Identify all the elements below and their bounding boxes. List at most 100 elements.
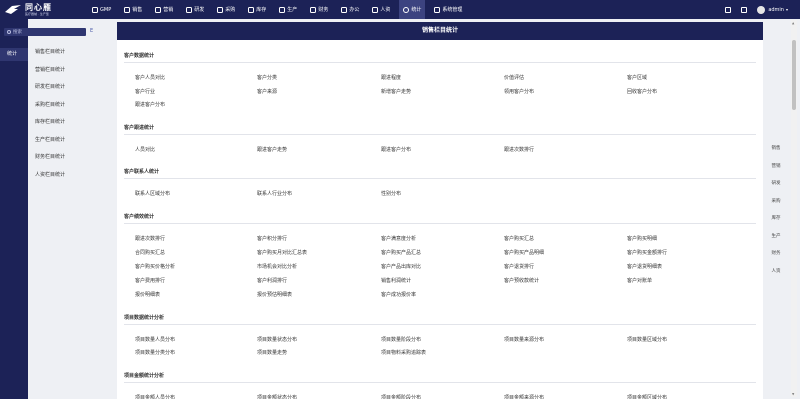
report-link[interactable]: 联系人区域分布 [135, 190, 170, 197]
right-nav-item[interactable]: 库存 [766, 210, 786, 228]
report-link[interactable]: 项目金额来源分布 [504, 394, 544, 399]
report-link[interactable]: 项目数量来源分布 [504, 336, 544, 343]
search-icon [7, 30, 11, 34]
scroll-up-icon[interactable]: ▲ [792, 21, 794, 25]
user-name[interactable]: admin [768, 7, 784, 13]
nav-item[interactable]: 库存 [248, 0, 266, 19]
right-nav-item[interactable]: 营销 [766, 158, 786, 176]
report-link[interactable]: 跟进次数排行 [504, 146, 534, 153]
report-link[interactable]: 跟进客户分布 [381, 146, 411, 153]
report-link[interactable]: 客户购买汇总 [504, 235, 534, 242]
report-link[interactable]: 客户对账单 [627, 277, 652, 284]
gear-icon [92, 6, 98, 13]
report-link[interactable]: 报价预估明细表 [257, 291, 292, 298]
search-input[interactable]: 搜索 [4, 28, 86, 36]
report-link[interactable]: 项目数量走势 [257, 349, 287, 356]
nav-item[interactable]: 研发 [186, 0, 204, 19]
cart-icon [217, 6, 224, 13]
nav-item[interactable]: 系统管理 [434, 0, 462, 19]
sidebar-item-stats[interactable]: 统计 [0, 48, 28, 61]
sidebar-subitem[interactable]: 销售栏目统计 [28, 46, 88, 64]
app-subtitle: 医疗器械 · 生产型 [25, 12, 49, 16]
report-link[interactable]: 项目数量区域分布 [627, 336, 667, 343]
report-link[interactable]: 客户来源 [257, 88, 277, 95]
nav-item[interactable]: GMP [92, 0, 111, 19]
report-link[interactable]: 客户分类 [257, 74, 277, 81]
report-link[interactable]: 项目数量分类分布 [135, 349, 175, 356]
report-link[interactable]: 项目金额阶段分布 [381, 394, 421, 399]
report-link[interactable]: 跟进程度 [381, 74, 401, 81]
nav-item[interactable]: 财务 [310, 0, 328, 19]
sidebar-subitem[interactable]: 采购栏目统计 [28, 99, 88, 117]
report-link[interactable]: 价值评估 [504, 74, 524, 81]
report-link[interactable]: 跟进客户走势 [257, 146, 287, 153]
report-link[interactable]: 客户区域 [627, 74, 647, 81]
report-link[interactable]: 客户满意度分析 [381, 235, 416, 242]
report-link[interactable]: 人员对比 [135, 146, 155, 153]
right-nav-item[interactable]: 研发 [766, 175, 786, 193]
report-link[interactable]: 回收客户分布 [627, 88, 657, 95]
report-link[interactable]: 新增客户走势 [381, 88, 411, 95]
sidebar-subitem[interactable]: 财务栏目统计 [28, 151, 88, 169]
report-link[interactable]: 客户产品出库对比 [381, 263, 421, 270]
report-link[interactable]: 销售利润统计 [381, 277, 411, 284]
report-link[interactable]: 领用客户分布 [504, 88, 534, 95]
report-link[interactable]: 客户购买月对比汇总表 [257, 249, 307, 256]
chevron-down-icon[interactable]: ▾ [786, 7, 788, 12]
scroll-down-icon[interactable]: ▼ [792, 392, 794, 396]
sidebar-subitem[interactable]: 营销栏目统计 [28, 64, 88, 82]
report-link[interactable]: 项目物料采购追踪表 [381, 349, 426, 356]
home-icon[interactable] [725, 6, 732, 13]
report-link[interactable]: 市场机会对比分析 [257, 263, 297, 270]
avatar[interactable] [757, 5, 766, 14]
report-link[interactable]: 客户购买明细 [627, 235, 657, 242]
report-link[interactable]: 客户购买产品明细 [504, 249, 544, 256]
report-link[interactable]: 项目数量阶段分布 [381, 336, 421, 343]
collapse-icon[interactable]: E [90, 28, 93, 34]
right-nav-item[interactable]: 生产 [766, 228, 786, 246]
right-nav-item[interactable]: 采购 [766, 193, 786, 211]
report-link[interactable]: 性别分布 [381, 190, 401, 197]
report-link[interactable]: 客户行业 [135, 88, 155, 95]
report-link[interactable]: 客户人员对比 [135, 74, 165, 81]
report-link[interactable]: 客户退货排行 [504, 263, 534, 270]
nav-item[interactable]: 采购 [217, 0, 235, 19]
sidebar-subitem[interactable]: 库存栏目统计 [28, 116, 88, 134]
report-link[interactable]: 联系人行业分布 [257, 190, 292, 197]
report-link[interactable]: 项目金额人员分布 [135, 394, 175, 399]
report-link[interactable]: 客户预收款统计 [504, 277, 539, 284]
sidebar-subitem[interactable]: 生产栏目统计 [28, 134, 88, 152]
nav-item[interactable]: 人资 [372, 0, 390, 19]
report-link[interactable]: 客户购买产品汇总 [381, 249, 421, 256]
nav-item[interactable]: 生产 [279, 0, 297, 19]
report-link[interactable]: 客户购买金额排行 [627, 249, 667, 256]
nav-item-label: 人资 [380, 7, 391, 13]
report-link[interactable]: 项目数量状态分布 [257, 336, 297, 343]
nav-item[interactable]: 办公 [341, 0, 359, 19]
nav-item[interactable]: 统计 [399, 0, 426, 19]
right-nav-item[interactable]: 财务 [766, 245, 786, 263]
report-link[interactable]: 项目金额区域分布 [627, 394, 667, 399]
bell-icon[interactable] [741, 6, 748, 13]
sidebar-subitem[interactable]: 研发栏目统计 [28, 81, 88, 99]
report-link[interactable]: 客户购买价格分析 [135, 263, 175, 270]
right-nav-item[interactable]: 人资 [766, 263, 786, 281]
report-link[interactable]: 客户退货明细表 [627, 263, 662, 270]
report-link[interactable]: 客户成功报价率 [381, 291, 416, 298]
nav-item[interactable]: 营销 [155, 0, 173, 19]
report-link[interactable]: 项目金额状态分布 [257, 394, 297, 399]
sidebar-subitem[interactable]: 人资栏目统计 [28, 169, 88, 187]
logo[interactable]: 同心雁 医疗器械 · 生产型 [0, 0, 88, 19]
scrollbar-thumb[interactable] [792, 40, 796, 110]
report-link[interactable]: 项目数量人员分布 [135, 336, 175, 343]
report-link[interactable]: 报价明细表 [135, 291, 160, 298]
report-link[interactable]: 客户积分排行 [257, 235, 287, 242]
report-link[interactable]: 跟进次数排行 [135, 235, 165, 242]
right-nav-item[interactable]: 销售 [766, 140, 786, 158]
report-link[interactable]: 客户利润排行 [257, 277, 287, 284]
report-link[interactable]: 客户费用排行 [135, 277, 165, 284]
nav-item[interactable]: 销售 [124, 0, 142, 19]
report-link[interactable]: 合同购买汇总 [135, 249, 165, 256]
report-link[interactable]: 跟进客户分布 [135, 101, 165, 108]
scrollbar[interactable]: ▲ ▼ [791, 20, 797, 397]
